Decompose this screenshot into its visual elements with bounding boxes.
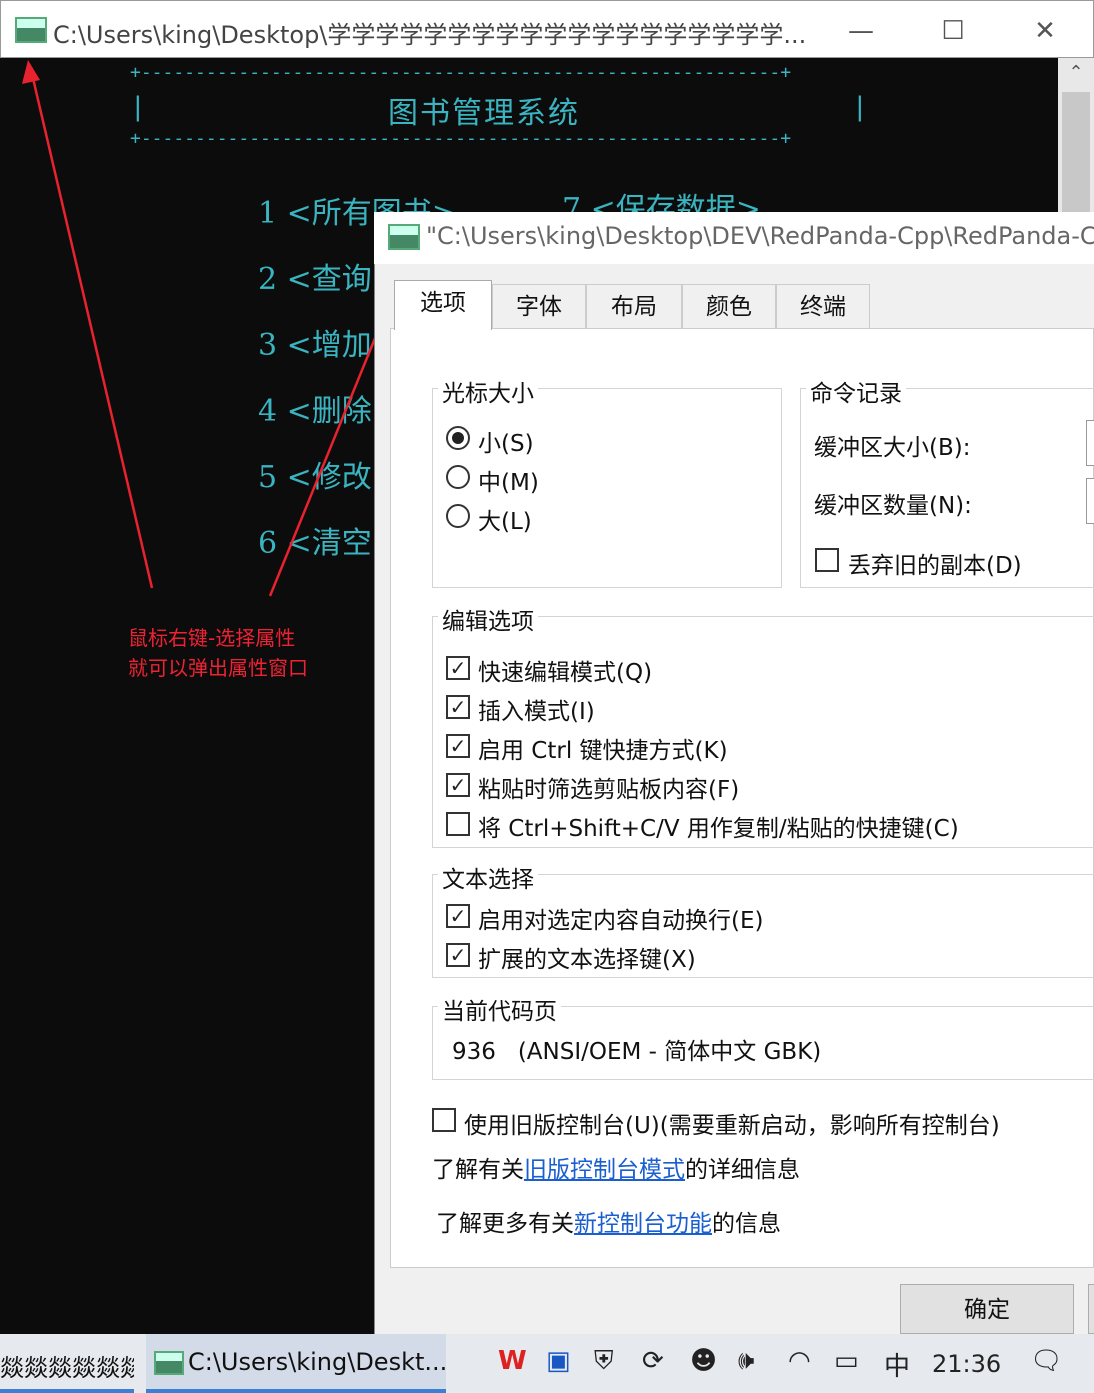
qq-icon[interactable]: ☻ [690,1346,717,1376]
command-history-legend: 命令记录 [806,374,906,408]
legacy-learn-prefix: 了解有关 [432,1157,524,1183]
tab-options[interactable]: 选项 [394,280,492,330]
taskbar-item-previous-label: 燚燚燚燚燚燚燚燚 [0,1354,134,1382]
legacy-learn-suffix: 的详细信息 [685,1157,800,1183]
new-features-prefix: 了解更多有关 [436,1211,574,1237]
codepage-value: 936 (ANSI/OEM - 简体中文 GBK) [452,1039,822,1065]
buffer-size-input[interactable] [1086,420,1094,466]
insert-mode-label[interactable]: 插入模式(I) [478,692,595,726]
clock[interactable]: 21:36 [932,1350,1001,1378]
codepage-legend: 当前代码页 [438,992,561,1026]
volume-icon[interactable]: 🕪 [738,1346,754,1377]
annotation-text-line2: 就可以弹出属性窗口 [128,656,308,680]
wifi-icon[interactable]: ◠ [788,1346,811,1376]
tab-layout[interactable]: 布局 [586,284,682,328]
legacy-learn-text: 了解有关旧版控制台模式的详细信息 [432,1150,800,1184]
tab-colors[interactable]: 颜色 [682,284,776,328]
legacy-console-label[interactable]: 使用旧版控制台(U)(需要重新启动，影响所有控制台) [464,1106,1000,1140]
cursor-medium-radio[interactable] [446,465,470,489]
buffer-count-label: 缓冲区数量(N): [814,493,972,519]
taskbar-item-previous[interactable]: 燚燚燚燚燚燚燚燚 [0,1334,134,1393]
cancel-button[interactable] [1088,1284,1094,1334]
annotation-text-line1: 鼠标右键-选择属性 [128,626,296,650]
extended-keys-label[interactable]: 扩展的文本选择键(X) [478,940,696,974]
console-taskbar-icon [154,1351,184,1375]
tab-font[interactable]: 字体 [492,284,586,328]
text-selection-legend: 文本选择 [438,860,538,894]
wps-icon[interactable]: W [498,1346,527,1376]
notification-icon[interactable]: 🗨 [1030,1346,1063,1376]
line-wrap-label[interactable]: 启用对选定内容自动换行(E) [478,901,763,935]
arrow-head-icon [22,60,40,84]
ctrl-shift-cv-checkbox[interactable] [446,812,470,836]
tab-terminal[interactable]: 终端 [776,284,870,328]
filter-paste-label[interactable]: 粘贴时筛选剪贴板内容(F) [478,770,739,804]
buffer-count-input[interactable] [1086,478,1094,524]
quick-edit-label[interactable]: 快速编辑模式(Q) [478,653,652,687]
new-features-text: 了解更多有关新控制台功能的信息 [436,1204,781,1238]
cursor-large-label[interactable]: 大(L) [478,502,532,536]
quick-edit-checkbox[interactable]: ✓ [446,656,470,680]
filter-paste-checkbox[interactable]: ✓ [446,773,470,797]
battery-icon[interactable]: ▭ [834,1346,859,1376]
dialog-app-icon[interactable] [388,224,420,250]
cursor-small-radio[interactable] [446,426,470,450]
line-wrap-checkbox[interactable]: ✓ [446,904,470,928]
discard-old-label[interactable]: 丢弃旧的副本(D) [848,546,1022,580]
ok-button[interactable]: 确定 [900,1284,1074,1334]
edit-options-legend: 编辑选项 [438,602,538,636]
ctrl-keys-checkbox[interactable]: ✓ [446,734,470,758]
new-console-features-link[interactable]: 新控制台功能 [574,1211,712,1237]
ctrl-shift-cv-label[interactable]: 将 Ctrl+Shift+C/V 用作复制/粘贴的快捷键(C) [478,809,959,843]
legacy-console-mode-link[interactable]: 旧版控制台模式 [524,1157,685,1183]
security-shield-icon[interactable]: ⛨ [594,1346,614,1377]
dialog-title: "C:\Users\king\Desktop\DEV\RedPanda-Cpp\… [426,222,1094,250]
legacy-console-checkbox[interactable] [432,1108,456,1132]
cursor-small-label[interactable]: 小(S) [478,424,534,458]
cursor-size-legend: 光标大小 [438,374,538,408]
extended-keys-checkbox[interactable]: ✓ [446,943,470,967]
taskbar-item-console-label: C:\Users\king\Deskt... [188,1348,448,1376]
update-icon[interactable]: ⟳ [642,1346,664,1376]
discard-old-checkbox[interactable] [815,548,839,572]
taskbar-item-console[interactable]: C:\Users\king\Deskt... [146,1334,448,1393]
new-features-suffix: 的信息 [712,1211,781,1237]
ctrl-keys-label[interactable]: 启用 Ctrl 键快捷方式(K) [478,731,728,765]
cursor-large-radio[interactable] [446,504,470,528]
insert-mode-checkbox[interactable]: ✓ [446,695,470,719]
cursor-medium-label[interactable]: 中(M) [478,463,539,497]
buffer-size-label: 缓冲区大小(B): [814,435,971,461]
network-drive-icon[interactable]: ▣ [546,1346,571,1376]
input-method-indicator[interactable]: 中 [884,1346,910,1383]
